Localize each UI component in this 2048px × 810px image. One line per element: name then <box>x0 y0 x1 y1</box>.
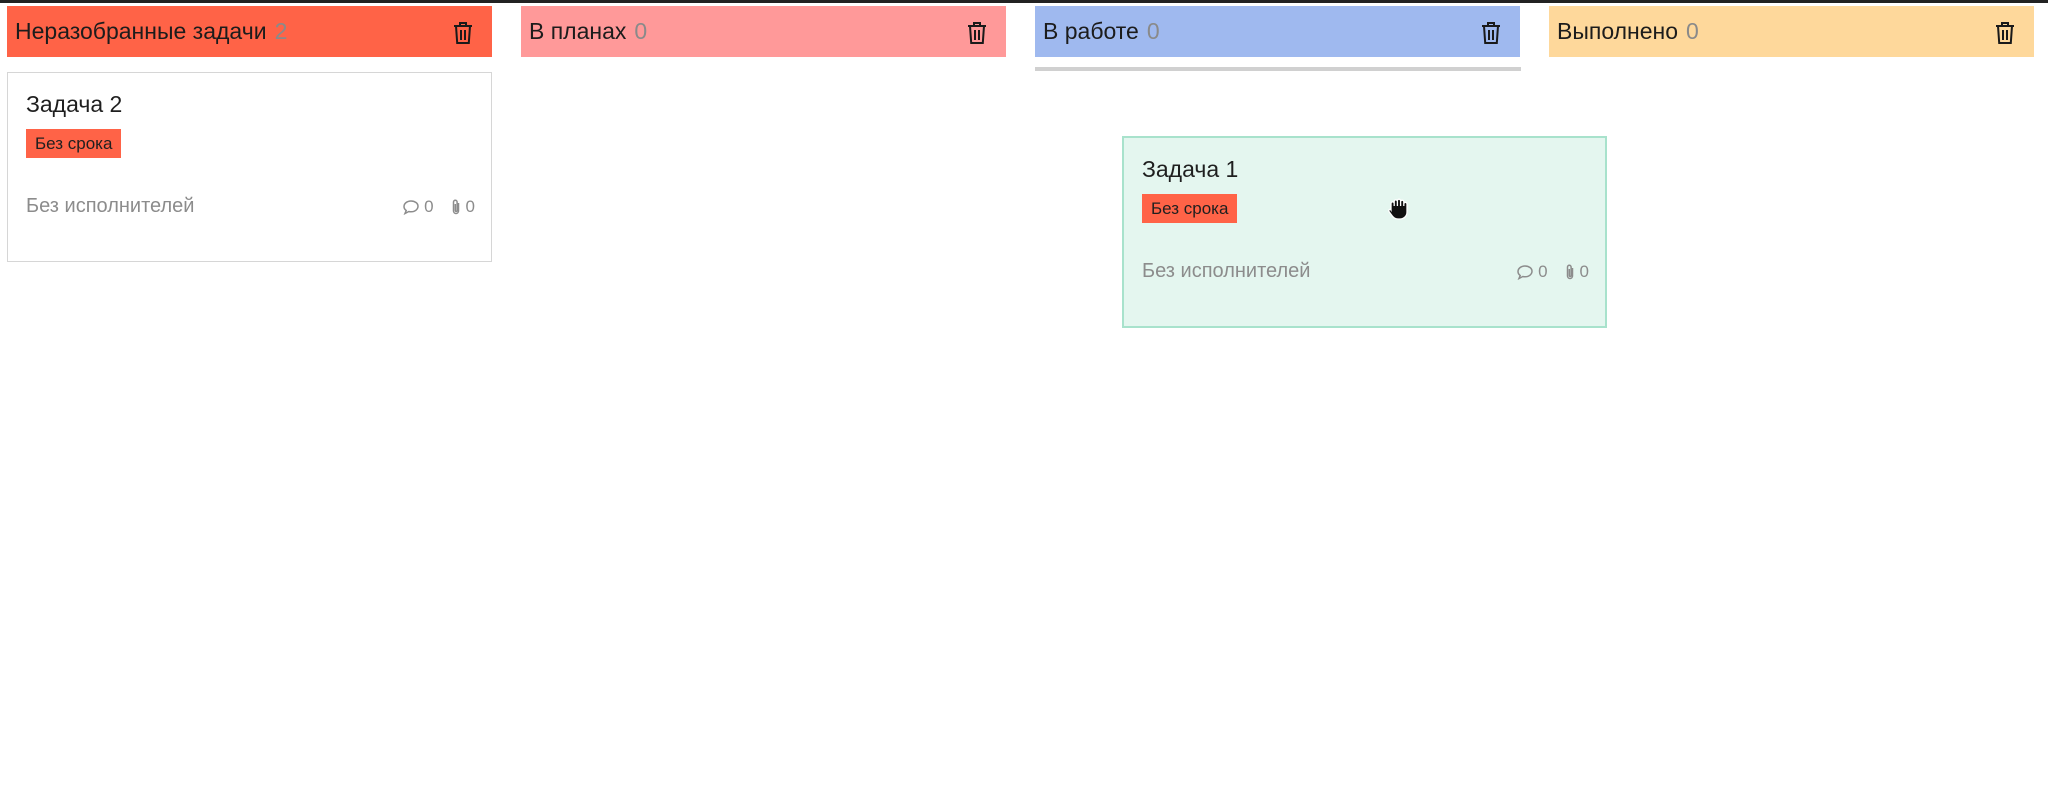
comment-count: 0 <box>1538 262 1548 281</box>
column-title: В планах <box>529 18 627 44</box>
trash-icon[interactable] <box>1994 21 2016 45</box>
column-title: Выполнено <box>1557 18 1679 44</box>
task-title: Задача 2 <box>26 91 123 117</box>
task-title: Задача 1 <box>1142 156 1239 182</box>
comment-bubble-icon <box>403 200 419 215</box>
paperclip-icon <box>452 199 459 215</box>
trash-icon[interactable] <box>966 21 988 45</box>
column-count: 2 <box>274 18 288 44</box>
trash-icon[interactable] <box>1480 21 1502 45</box>
attachment-count: 0 <box>1579 262 1589 281</box>
column-header-unsorted[interactable]: Неразобранные задачи 2 <box>7 6 492 57</box>
card-meta: 0 0 <box>402 197 475 217</box>
attachment-count: 0 <box>465 197 475 216</box>
comment-bubble-icon <box>1517 265 1533 280</box>
column-header-done[interactable]: Выполнено 0 <box>1549 6 2034 57</box>
column-header-in-progress[interactable]: В работе 0 <box>1035 6 1520 57</box>
task-card[interactable]: Задача 2 Без срока Без исполнителей 0 0 <box>7 72 492 262</box>
due-date-badge: Без срока <box>26 129 122 158</box>
column-header-planned[interactable]: В планах 0 <box>521 6 1006 57</box>
column-count: 0 <box>634 18 648 44</box>
paperclip-icon <box>1566 264 1573 280</box>
column-count: 0 <box>1686 18 1699 44</box>
column-count: 0 <box>1146 18 1160 44</box>
comment-count: 0 <box>424 197 434 216</box>
assignee-label: Без исполнителей <box>1142 260 1311 282</box>
trash-icon[interactable] <box>452 21 474 45</box>
column-title: В работе <box>1043 18 1139 44</box>
due-date-badge: Без срока <box>1142 194 1238 223</box>
top-border <box>0 0 2048 4</box>
task-card-dragging[interactable]: Задача 1 Без срока Без исполнителей 0 0 <box>1122 136 1607 328</box>
assignee-label: Без исполнителей <box>26 195 195 217</box>
drop-placeholder-line <box>1035 67 1521 71</box>
grab-hand-cursor-icon <box>1388 198 1408 220</box>
card-meta: 0 0 <box>1516 262 1589 282</box>
column-title: Неразобранные задачи <box>15 18 267 44</box>
